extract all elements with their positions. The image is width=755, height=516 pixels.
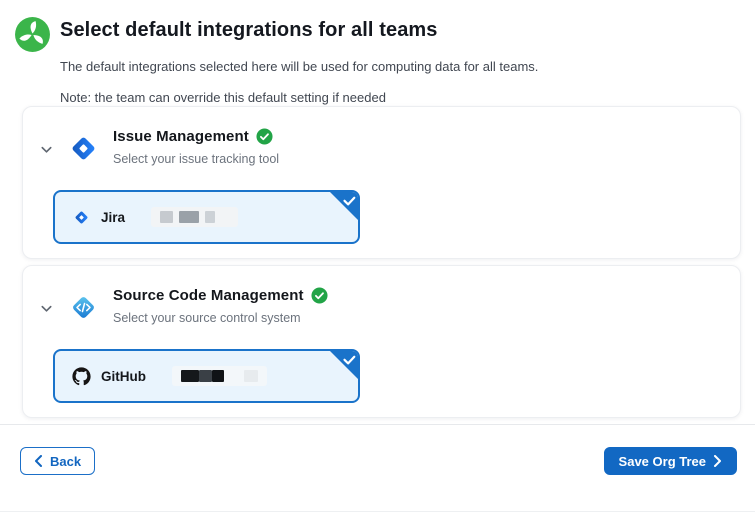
- selected-check-icon: [329, 191, 359, 221]
- selected-option-jira[interactable]: Jira: [53, 190, 360, 244]
- section-title: Source Code Management: [113, 287, 304, 304]
- chevron-right-icon: [713, 455, 722, 467]
- chevron-left-icon: [34, 455, 43, 467]
- option-label: Jira: [101, 210, 125, 225]
- check-circle-icon: [311, 287, 328, 304]
- section-title: Issue Management: [113, 128, 249, 145]
- section-source-code-management: Source Code Management Select your sourc…: [22, 265, 741, 418]
- page-note: Note: the team can override this default…: [60, 90, 538, 106]
- page-header: Select default integrations for all team…: [0, 0, 755, 106]
- redacted-text: [172, 366, 267, 386]
- section-subtitle: Select your source control system: [113, 311, 328, 325]
- back-button[interactable]: Back: [20, 447, 95, 475]
- save-org-tree-button[interactable]: Save Org Tree: [604, 447, 737, 475]
- chevron-down-icon: [39, 301, 54, 316]
- bottom-divider: [0, 511, 755, 512]
- save-button-label: Save Org Tree: [619, 454, 706, 469]
- page-description: The default integrations selected here w…: [60, 59, 538, 75]
- jira-icon: [66, 131, 101, 166]
- redacted-text: [151, 207, 238, 227]
- selected-option-github[interactable]: GitHub: [53, 349, 360, 403]
- source-code-icon: [66, 290, 101, 325]
- check-circle-icon: [256, 128, 273, 145]
- footer-bar: Back Save Org Tree: [0, 424, 755, 475]
- option-label: GitHub: [101, 369, 146, 384]
- selected-check-icon: [329, 350, 359, 380]
- page-title: Select default integrations for all team…: [60, 16, 538, 44]
- chevron-down-icon: [39, 142, 54, 157]
- section-issue-management: Issue Management Select your issue track…: [22, 106, 741, 259]
- collapse-toggle[interactable]: [35, 298, 57, 320]
- collapse-toggle[interactable]: [35, 139, 57, 161]
- back-button-label: Back: [50, 454, 81, 469]
- github-icon: [72, 367, 91, 386]
- jira-icon: [72, 208, 91, 227]
- pinwheel-logo-icon: [14, 16, 51, 53]
- section-subtitle: Select your issue tracking tool: [113, 152, 279, 166]
